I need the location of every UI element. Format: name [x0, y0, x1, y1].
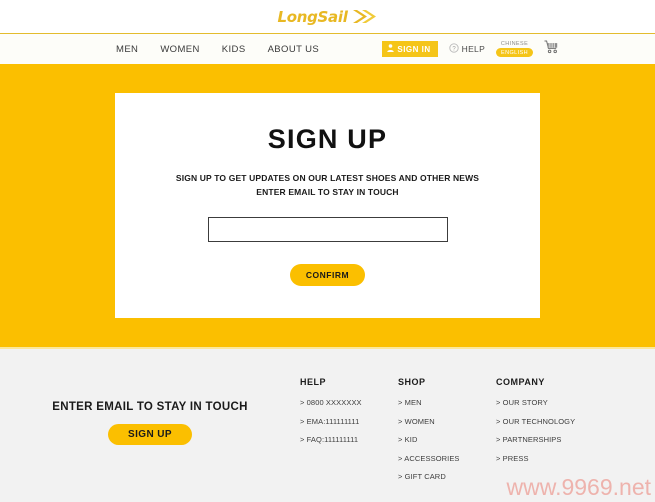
language-option-chinese[interactable]: CHINESE — [501, 41, 528, 47]
footer-column-title-shop: SHOP — [398, 377, 426, 387]
site-footer: ENTER EMAIL TO STAY IN TOUCH SIGN UP HEL… — [0, 349, 655, 502]
nav-item-about-us[interactable]: ABOUT US — [268, 44, 320, 55]
logo-text: LongSail — [277, 7, 348, 26]
signup-subtitle-line2: ENTER EMAIL TO STAY IN TOUCH — [256, 187, 399, 197]
footer-link-company-press[interactable]: > PRESS — [496, 454, 616, 463]
confirm-button[interactable]: CONFIRM — [289, 264, 366, 286]
language-option-english[interactable]: ENGLISH — [496, 48, 533, 57]
help-label: HELP — [461, 44, 486, 54]
main-navigation-bar: MEN WOMEN KIDS ABOUT US SIGN IN ? HELP C… — [0, 34, 655, 67]
footer-link-company-our-story[interactable]: > OUR STORY — [496, 398, 616, 407]
signup-card: SIGN UP SIGN UP TO GET UPDATES ON OUR LA… — [115, 93, 540, 318]
help-button[interactable]: ? HELP — [448, 40, 486, 58]
footer-column-title-company: COMPANY — [496, 377, 545, 387]
signup-subtitle-line1: SIGN UP TO GET UPDATES ON OUR LATEST SHO… — [175, 173, 480, 183]
footer-link-help-email[interactable]: > EMA:111111111 — [300, 417, 398, 426]
shopping-cart-button[interactable] — [544, 40, 559, 59]
email-input[interactable] — [207, 217, 448, 242]
nav-links-group: MEN WOMEN KIDS ABOUT US — [116, 44, 319, 55]
nav-item-women[interactable]: WOMEN — [160, 44, 199, 55]
double-chevron-right-icon — [352, 9, 378, 24]
footer-newsletter-block: ENTER EMAIL TO STAY IN TOUCH SIGN UP — [0, 377, 300, 502]
shopping-cart-icon — [544, 40, 559, 59]
question-circle-icon: ? — [448, 40, 459, 58]
footer-link-shop-women[interactable]: > WOMEN — [398, 417, 496, 426]
nav-item-kids[interactable]: KIDS — [222, 44, 246, 55]
footer-sign-up-button[interactable]: SIGN UP — [108, 424, 192, 445]
footer-column-help: HELP > 0800 XXXXXXX > EMA:111111111 > FA… — [300, 377, 398, 502]
footer-link-help-faq[interactable]: > FAQ:111111111 — [300, 435, 398, 444]
footer-link-company-partnerships[interactable]: > PARTNERSHIPS — [496, 435, 616, 444]
hero-banner: SIGN UP SIGN UP TO GET UPDATES ON OUR LA… — [0, 67, 655, 349]
footer-column-shop: SHOP > MEN > WOMEN > KID > ACCESSORIES >… — [398, 377, 496, 502]
footer-column-title-help: HELP — [300, 377, 327, 387]
site-watermark: www.9969.net — [506, 474, 651, 500]
nav-item-men[interactable]: MEN — [116, 44, 138, 55]
header-top-bar: LongSail — [0, 0, 655, 34]
footer-cta-text: ENTER EMAIL TO STAY IN TOUCH — [52, 401, 248, 413]
language-toggle[interactable]: CHINESE ENGLISH — [496, 41, 533, 57]
footer-link-shop-kid[interactable]: > KID — [398, 435, 496, 444]
footer-link-shop-accessories[interactable]: > ACCESSORIES — [398, 454, 496, 463]
footer-link-company-our-technology[interactable]: > OUR TECHNOLOGY — [496, 417, 616, 426]
signup-title: SIGN UP — [267, 124, 388, 154]
sign-in-button[interactable]: SIGN IN — [382, 41, 438, 57]
nav-utility-group: SIGN IN ? HELP CHINESE ENGLISH — [382, 40, 559, 59]
sign-in-label: SIGN IN — [397, 44, 431, 54]
footer-link-shop-gift-card[interactable]: > GIFT CARD — [398, 472, 496, 481]
footer-link-help-phone[interactable]: > 0800 XXXXXXX — [300, 398, 398, 407]
footer-link-shop-men[interactable]: > MEN — [398, 398, 496, 407]
user-icon — [387, 44, 395, 54]
site-logo[interactable]: LongSail — [277, 8, 377, 26]
